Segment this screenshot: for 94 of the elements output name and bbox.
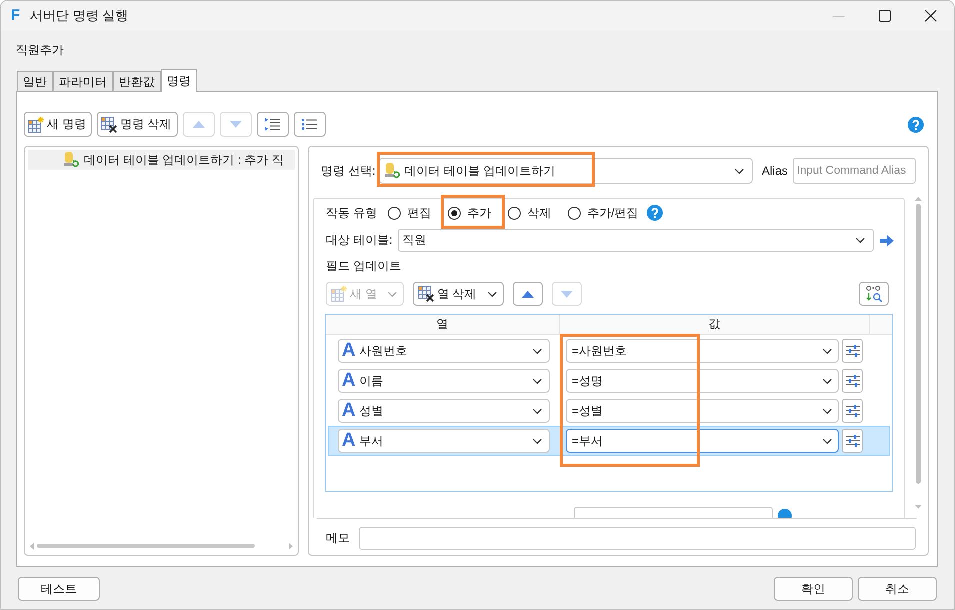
- type-label: A: [342, 371, 356, 391]
- chevron-down-icon: [823, 438, 832, 444]
- radio-option[interactable]: 편집: [388, 203, 432, 223]
- field-label: 메모: [326, 530, 350, 547]
- radio-option[interactable]: 추가/편집: [568, 203, 639, 223]
- section-label: 필드 업데이트: [326, 258, 402, 274]
- field-options-button[interactable]: [842, 399, 863, 423]
- sliders-icon: [846, 375, 860, 387]
- table-delete-icon: [418, 286, 434, 302]
- table-add-icon: [28, 116, 44, 132]
- alias-field[interactable]: Input Command Alias: [793, 158, 916, 184]
- command-title: 직원추가: [16, 42, 64, 59]
- move-up-button[interactable]: [512, 282, 543, 306]
- input-field[interactable]: [574, 507, 773, 518]
- window-title: 서버단 명령 실행: [30, 7, 128, 25]
- chevron-down-icon: [734, 168, 744, 174]
- scroll-left-icon: [30, 542, 34, 550]
- column-header: 열: [326, 315, 560, 334]
- ok-button[interactable]: 확인: [774, 577, 853, 601]
- tab[interactable]: 명령: [161, 69, 197, 92]
- type-label: A: [342, 341, 356, 361]
- column-select[interactable]: A 사원번호: [338, 339, 550, 363]
- field-label: 작동 유형: [326, 204, 378, 222]
- value-field[interactable]: =사원번호: [566, 339, 839, 363]
- grid-row[interactable]: A 부서 =부서: [328, 426, 890, 456]
- field-options-button[interactable]: [842, 429, 863, 453]
- chevron-down-icon: [823, 408, 832, 414]
- triangle-down-icon: [230, 121, 242, 128]
- maximize-icon: [879, 10, 891, 22]
- type-label: A: [342, 431, 356, 451]
- radio-option[interactable]: 삭제: [508, 203, 552, 223]
- field-options-button[interactable]: [842, 369, 863, 393]
- column-select[interactable]: A 부서: [338, 429, 550, 453]
- triangle-up-icon: [522, 290, 534, 298]
- mapping-button[interactable]: [859, 282, 889, 306]
- table-add-icon: [331, 286, 347, 302]
- chevron-down-icon: [823, 348, 832, 354]
- sliders-icon: [846, 435, 860, 447]
- bullet-list-icon: [302, 119, 318, 130]
- column-select[interactable]: A 성별: [338, 399, 550, 423]
- tree-item[interactable]: 데이터 테이블 업데이트하기 : 추가 직: [28, 150, 295, 170]
- grid-row[interactable]: A 성별 =성별: [328, 396, 890, 426]
- table-delete-icon: [101, 116, 118, 132]
- chevron-down-icon: [823, 378, 832, 384]
- value-field[interactable]: =성명: [566, 369, 839, 393]
- value-field[interactable]: =부서: [566, 429, 839, 453]
- tab[interactable]: 파라미터: [53, 71, 113, 91]
- indent-button[interactable]: [256, 112, 289, 137]
- close-icon: [925, 10, 937, 22]
- chevron-down-icon: [533, 348, 542, 354]
- mapping-icon: [866, 286, 882, 302]
- help-icon: [778, 509, 792, 518]
- field-label: 명령 선택:: [321, 162, 376, 180]
- bullet-list-button[interactable]: [294, 112, 326, 137]
- tab[interactable]: 반환값: [113, 71, 161, 91]
- cancel-button[interactable]: 취소: [858, 577, 937, 601]
- indent-icon: [265, 118, 280, 131]
- triangle-down-icon: [560, 290, 573, 298]
- grid-row[interactable]: A 이름 =성명: [328, 366, 890, 396]
- delete-button[interactable]: 열 삭제: [413, 282, 504, 306]
- command-select[interactable]: 데이터 테이블 업데이트하기: [378, 158, 753, 184]
- database-refresh-icon: [63, 152, 79, 168]
- field-label: 대상 테이블:: [326, 232, 393, 249]
- help-icon: [908, 116, 924, 132]
- sliders-icon: [846, 345, 860, 357]
- column-header: 값: [560, 315, 870, 334]
- scroll-right-icon: [289, 542, 293, 550]
- arrow-right-icon: [880, 234, 894, 246]
- column-select[interactable]: A 이름: [338, 369, 550, 393]
- help-icon: [646, 205, 663, 221]
- triangle-up-icon: [192, 121, 205, 128]
- grid-row[interactable]: A 사원번호 =사원번호: [328, 336, 890, 366]
- chevron-down-icon: [856, 238, 865, 243]
- scroll-up-icon: [914, 197, 922, 201]
- field-options-button[interactable]: [842, 339, 863, 363]
- chevron-down-icon: [533, 408, 542, 414]
- tab[interactable]: 일반: [17, 71, 53, 91]
- table-select[interactable]: 직원: [398, 229, 874, 252]
- memo-field[interactable]: [359, 527, 916, 550]
- chevron-down-icon: [533, 378, 542, 384]
- add-button[interactable]: 새 명령: [24, 112, 92, 137]
- scrollbar-thumb[interactable]: [916, 204, 920, 484]
- type-label: A: [342, 401, 356, 421]
- scrollbar-thumb[interactable]: [37, 544, 255, 548]
- value-field[interactable]: =성별: [566, 399, 839, 423]
- chevron-down-icon: [533, 438, 542, 444]
- delete-button[interactable]: 명령 삭제: [97, 112, 178, 137]
- database-refresh-icon: [384, 163, 400, 179]
- test-button[interactable]: 테스트: [18, 577, 100, 601]
- scroll-down-icon: [914, 505, 922, 509]
- app-logo: F: [11, 8, 20, 24]
- field-label: Alias: [762, 164, 788, 178]
- sliders-icon: [846, 405, 860, 417]
- radio-option[interactable]: 추가: [448, 203, 492, 223]
